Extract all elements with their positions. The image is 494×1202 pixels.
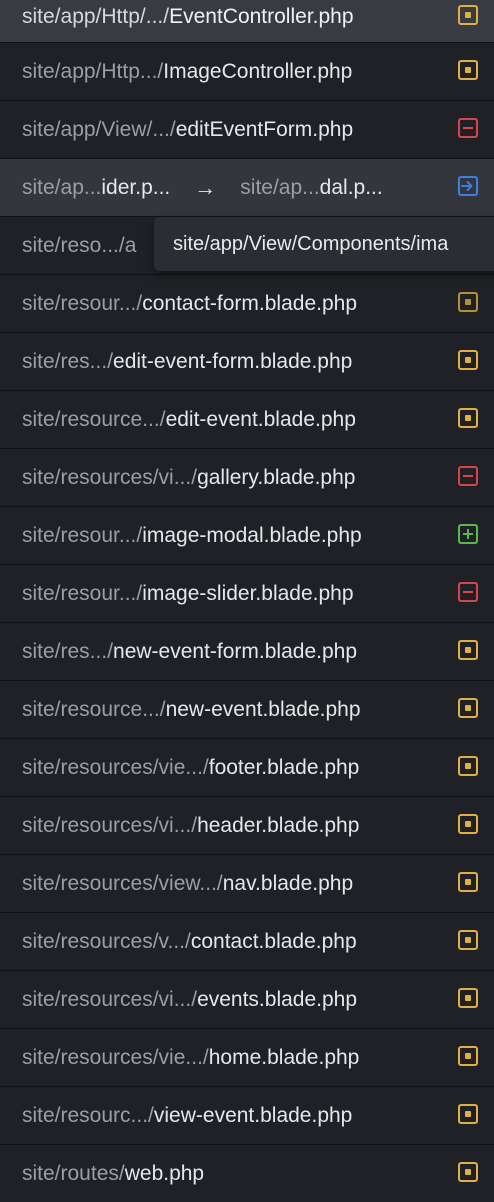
file-row[interactable]: site/resource.../new-event.blade.php <box>0 681 494 739</box>
added-status-icon <box>458 523 478 544</box>
modified-status-icon <box>458 1045 478 1066</box>
file-name: gallery.blade.php <box>197 465 356 489</box>
file-directory: site/resour.../ <box>22 523 143 547</box>
file-directory: site/resour.../ <box>22 581 143 605</box>
file-name: view-event.blade.php <box>153 1103 353 1127</box>
file-name: footer.blade.php <box>208 755 360 779</box>
file-name: ider.p... <box>101 175 171 199</box>
file-row[interactable]: site/resourc.../view-event.blade.php <box>0 1087 494 1145</box>
modified-status-icon <box>458 1103 478 1124</box>
file-row[interactable]: site/app/View/.../editEventForm.php <box>0 101 494 159</box>
file-name: new-event.blade.php <box>165 697 361 721</box>
file-name: editEventForm.php <box>175 117 354 141</box>
modified-status-icon <box>458 1161 478 1182</box>
file-row[interactable]: site/res.../new-event-form.blade.php <box>0 623 494 681</box>
file-row[interactable]: site/resources/v.../contact.blade.php <box>0 913 494 971</box>
file-directory: site/resour.../ <box>22 291 143 315</box>
path-tooltip: site/app/View/Components/ima <box>154 217 494 271</box>
file-name: web.php <box>124 1161 205 1185</box>
modified-status-icon <box>458 697 478 718</box>
modified-status-icon <box>458 291 478 312</box>
file-name: a <box>124 233 137 257</box>
file-row[interactable]: site/res.../edit-event-form.blade.php <box>0 333 494 391</box>
file-row[interactable]: site/resources/vie.../footer.blade.php <box>0 739 494 797</box>
file-directory: site/resourc.../ <box>22 1103 154 1127</box>
modified-status-icon <box>458 929 478 950</box>
file-directory: site/resources/vie.../ <box>22 755 209 779</box>
file-row[interactable]: site/resources/vi.../gallery.blade.php <box>0 449 494 507</box>
file-row[interactable]: site/resources/view.../nav.blade.php <box>0 855 494 913</box>
changed-files-list: site/app/Http/.../EventController.php si… <box>0 0 494 1202</box>
file-directory: site/res.../ <box>22 349 114 373</box>
file-directory: site/resources/v.../ <box>22 929 191 953</box>
file-directory: site/resources/vi.../ <box>22 987 198 1011</box>
file-row[interactable]: site/app/Http/.../EventController.php <box>0 0 494 43</box>
file-directory: site/ap... <box>22 175 102 199</box>
file-directory: site/resource.../ <box>22 407 166 431</box>
file-name: edit-event.blade.php <box>165 407 356 431</box>
modified-status-icon <box>458 813 478 834</box>
file-name: contact-form.blade.php <box>142 291 358 315</box>
file-name: nav.blade.php <box>222 871 354 895</box>
file-directory: site/reso.../ <box>22 233 125 257</box>
file-name: events.blade.php <box>197 987 358 1011</box>
file-row[interactable]: site/resources/vi.../events.blade.php <box>0 971 494 1029</box>
file-row[interactable]: site/resour.../image-modal.blade.php <box>0 507 494 565</box>
file-name: image-slider.blade.php <box>142 581 354 605</box>
file-name: edit-event-form.blade.php <box>113 349 353 373</box>
file-directory: site/resources/vi.../ <box>22 813 198 837</box>
file-directory: site/resources/vie.../ <box>22 1045 209 1069</box>
file-directory: site/app/Http/.../ <box>22 5 170 28</box>
modified-status-icon <box>458 407 478 428</box>
file-directory: site/res.../ <box>22 639 114 663</box>
file-row[interactable]: site/app/Http.../ImageController.php <box>0 43 494 101</box>
file-directory: site/resource.../ <box>22 697 166 721</box>
deleted-status-icon <box>458 581 478 602</box>
modified-status-icon <box>458 871 478 892</box>
file-directory: site/app/View/.../ <box>22 117 176 141</box>
file-name-new: dal.p... <box>319 175 383 199</box>
file-row[interactable]: site/resources/vi.../header.blade.php <box>0 797 494 855</box>
modified-status-icon <box>458 349 478 370</box>
modified-status-icon <box>458 5 478 25</box>
file-name: new-event-form.blade.php <box>113 639 358 663</box>
file-directory: site/resources/vi.../ <box>22 465 198 489</box>
tooltip-text: site/app/View/Components/ima <box>173 233 449 255</box>
file-directory-new: site/ap... <box>240 175 320 199</box>
file-row[interactable]: site/resour.../contact-form.blade.php <box>0 275 494 333</box>
renamed-status-icon <box>458 175 478 196</box>
rename-arrow-icon: → <box>194 174 217 200</box>
deleted-status-icon <box>458 117 478 138</box>
file-row[interactable]: site/resour.../image-slider.blade.php <box>0 565 494 623</box>
deleted-status-icon <box>458 465 478 486</box>
file-directory: site/resources/view.../ <box>22 871 223 895</box>
file-row[interactable]: site/resource.../edit-event.blade.php <box>0 391 494 449</box>
file-name: contact.blade.php <box>190 929 357 953</box>
file-name: header.blade.php <box>197 813 360 837</box>
file-name: EventController.php <box>169 5 354 28</box>
file-name: image-modal.blade.php <box>142 523 362 547</box>
file-row-renamed[interactable]: site/ap... ider.p... → site/ap... dal.p... <box>0 159 494 217</box>
modified-status-icon <box>458 755 478 776</box>
file-row[interactable]: site/resources/vie.../home.blade.php <box>0 1029 494 1087</box>
modified-status-icon <box>458 59 478 80</box>
modified-status-icon <box>458 639 478 660</box>
file-directory: site/app/Http.../ <box>22 59 164 83</box>
file-name: home.blade.php <box>208 1045 360 1069</box>
file-row[interactable]: site/routes/web.php <box>0 1145 494 1202</box>
file-name: ImageController.php <box>163 59 353 83</box>
modified-status-icon <box>458 987 478 1008</box>
file-directory: site/routes/ <box>22 1161 125 1185</box>
